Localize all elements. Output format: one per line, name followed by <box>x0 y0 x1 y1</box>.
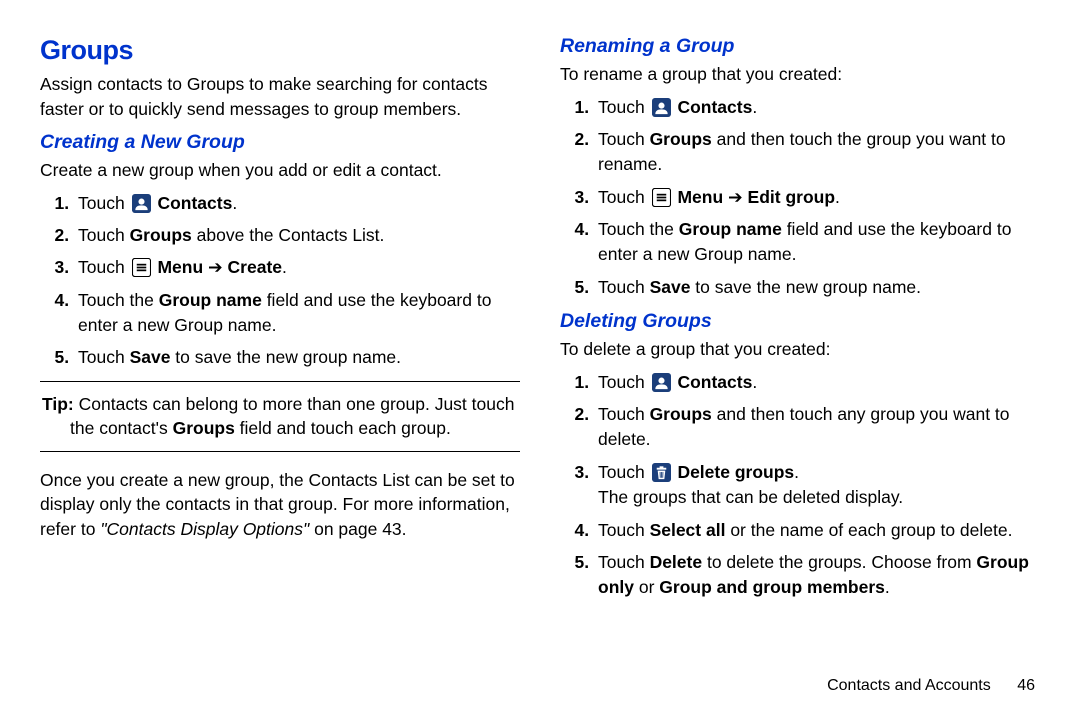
list-item: Touch the Group name field and use the k… <box>74 288 520 339</box>
tip-label: Tip: <box>42 394 74 414</box>
cross-reference: "Contacts Display Options" <box>100 519 309 539</box>
page-body: Groups Assign contacts to Groups to make… <box>0 0 1080 630</box>
tip-block: Tip: Contacts can belong to more than on… <box>40 381 520 452</box>
list-item: Touch Contacts. <box>74 191 520 216</box>
renaming-lead: To rename a group that you created: <box>560 62 1040 87</box>
list-item: Touch Groups above the Contacts List. <box>74 223 520 248</box>
menu-icon <box>132 258 151 277</box>
arrow-icon: ➔ <box>723 187 747 207</box>
post-tip-text: Once you create a new group, the Contact… <box>40 468 520 542</box>
footer-section: Contacts and Accounts <box>827 677 991 694</box>
contacts-label: Contacts <box>677 97 752 117</box>
deleting-lead: To delete a group that you created: <box>560 337 1040 362</box>
list-item: Touch Save to save the new group name. <box>74 345 520 370</box>
renaming-steps: Touch Contacts. Touch Groups and then to… <box>560 95 1040 301</box>
page-footer: Contacts and Accounts 46 <box>827 677 1035 695</box>
menu-label: Menu <box>157 257 203 277</box>
arrow-icon: ➔ <box>203 257 227 277</box>
creating-steps: Touch Contacts. Touch Groups above the C… <box>40 191 520 371</box>
list-item: Touch Select all or the name of each gro… <box>594 518 1040 543</box>
deleting-steps: Touch Contacts. Touch Groups and then to… <box>560 370 1040 601</box>
menu-icon <box>652 188 671 207</box>
heading-groups: Groups <box>40 35 520 66</box>
contacts-label: Contacts <box>677 372 752 392</box>
heading-renaming: Renaming a Group <box>560 35 1040 58</box>
list-item: Touch Menu ➔ Create. <box>74 255 520 280</box>
intro-text: Assign contacts to Groups to make search… <box>40 72 520 121</box>
list-item: Touch Delete groups.The groups that can … <box>594 460 1040 511</box>
list-item: Touch Delete to delete the groups. Choos… <box>594 550 1040 601</box>
list-item: Touch Groups and then touch the group yo… <box>594 127 1040 178</box>
heading-creating: Creating a New Group <box>40 131 520 154</box>
list-item: Touch Groups and then touch any group yo… <box>594 402 1040 453</box>
page-number: 46 <box>1017 677 1035 694</box>
heading-deleting: Deleting Groups <box>560 310 1040 333</box>
delete-groups-label: Delete groups <box>677 462 794 482</box>
list-item: Touch Contacts. <box>594 95 1040 120</box>
contacts-icon <box>132 194 151 213</box>
list-item: Touch the Group name field and use the k… <box>594 217 1040 268</box>
list-item: Touch Save to save the new group name. <box>594 275 1040 300</box>
menu-label: Menu <box>677 187 723 207</box>
creating-lead: Create a new group when you add or edit … <box>40 158 520 183</box>
contacts-label: Contacts <box>157 193 232 213</box>
contacts-icon <box>652 373 671 392</box>
trash-icon <box>652 463 671 482</box>
list-item: Touch Menu ➔ Edit group. <box>594 185 1040 210</box>
contacts-icon <box>652 98 671 117</box>
list-item: Touch Contacts. <box>594 370 1040 395</box>
